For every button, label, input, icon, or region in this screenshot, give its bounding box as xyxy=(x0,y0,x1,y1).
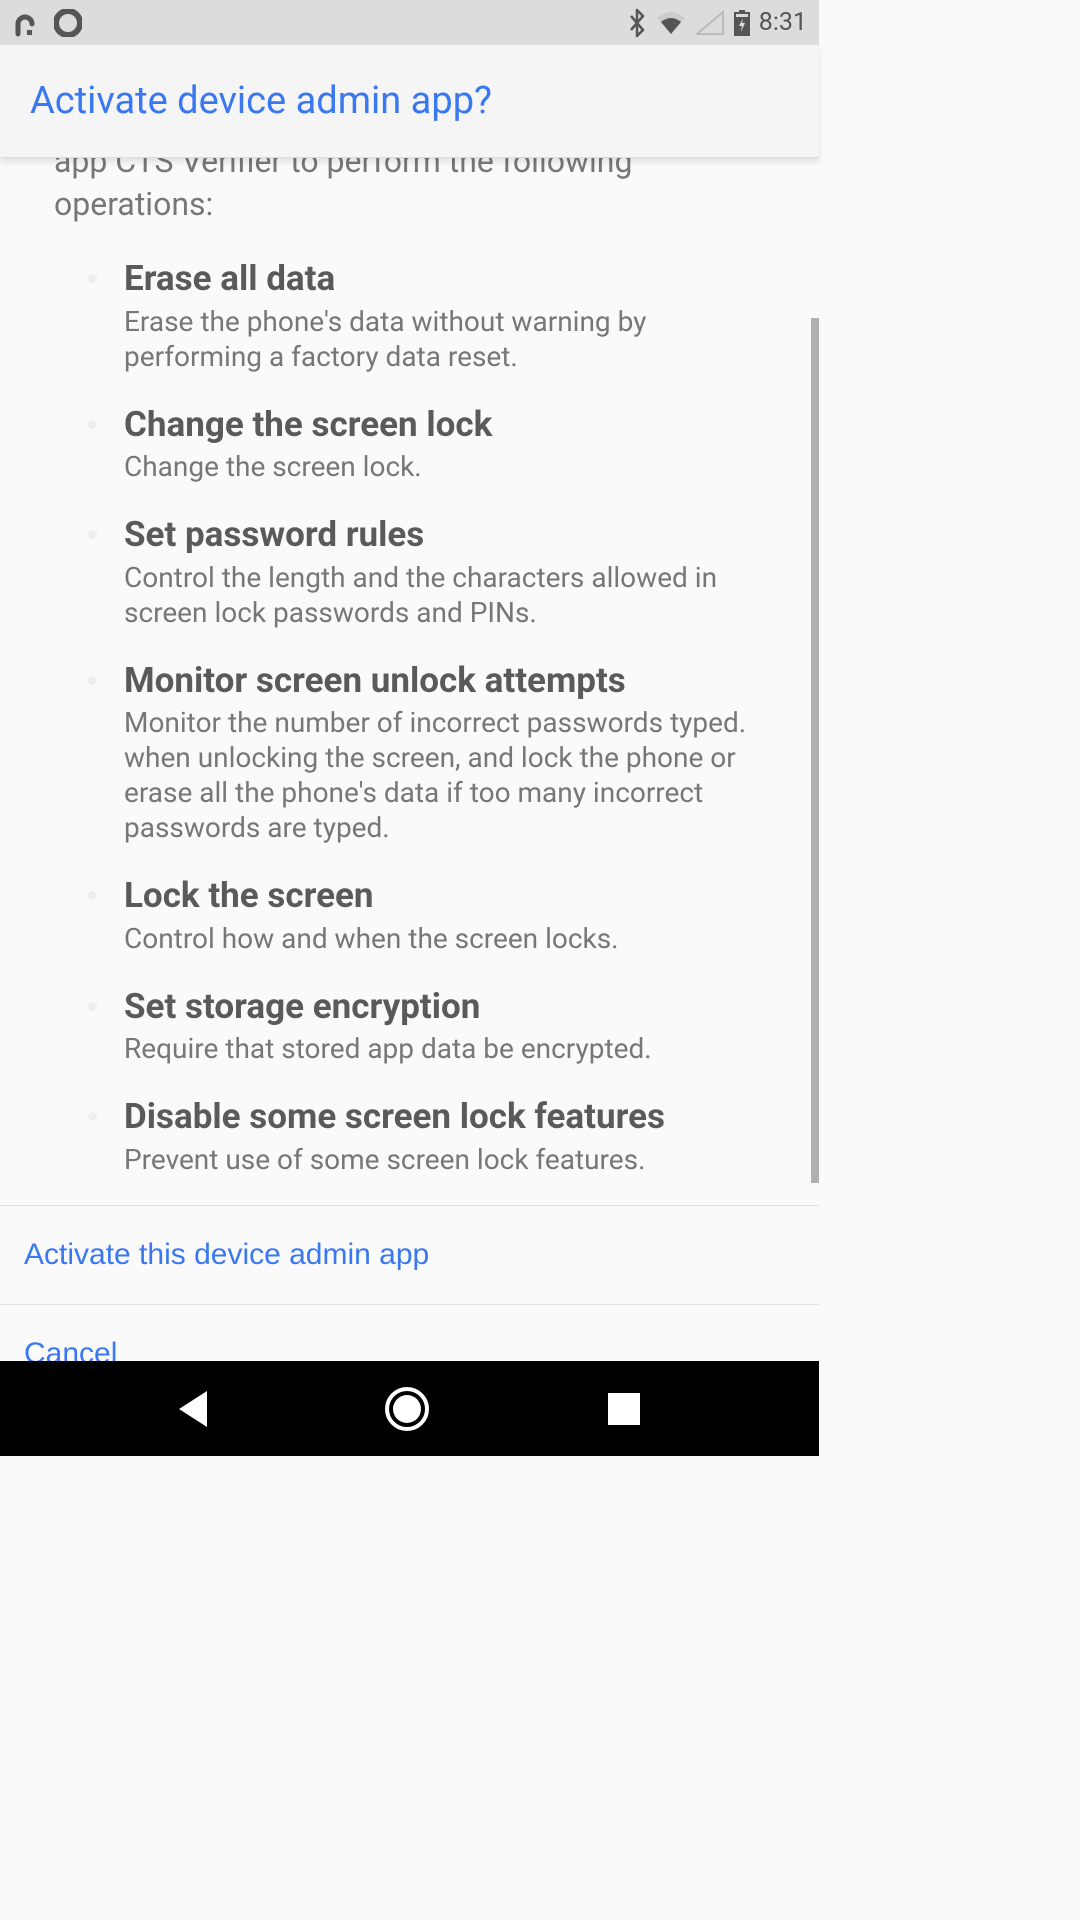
permission-title: Lock the screen xyxy=(124,873,765,919)
permission-item: Change the screen lock Change the screen… xyxy=(86,402,765,485)
back-button-icon[interactable] xyxy=(179,1391,207,1427)
permission-desc: Control the length and the characters al… xyxy=(124,560,765,630)
status-time: 8:31 xyxy=(759,8,807,37)
circle-icon xyxy=(54,9,82,37)
permission-desc: Control how and when the screen locks. xyxy=(124,921,765,956)
permission-title: Monitor screen unlock attempts xyxy=(124,658,765,704)
status-bar: 8:31 xyxy=(0,0,819,45)
permission-title: Set storage encryption xyxy=(124,984,765,1030)
status-left xyxy=(12,8,82,38)
permission-item: Set storage encryption Require that stor… xyxy=(86,984,765,1067)
bluetooth-icon xyxy=(627,8,647,38)
page-header: Activate device admin app? xyxy=(0,45,819,158)
home-button-icon[interactable] xyxy=(385,1387,429,1431)
permission-item: Erase all data Erase the phone's data wi… xyxy=(86,256,765,374)
permission-title: Erase all data xyxy=(124,256,765,302)
intro-text: app CTS Verifier to perform the followin… xyxy=(0,158,819,256)
permission-item: Disable some screen lock features Preven… xyxy=(86,1094,765,1177)
permission-desc: Change the screen lock. xyxy=(124,449,765,484)
main-content[interactable]: app CTS Verifier to perform the followin… xyxy=(0,158,819,1361)
action-buttons: Activate this device admin app Cancel Un… xyxy=(0,1205,819,1361)
permission-title: Disable some screen lock features xyxy=(124,1094,765,1140)
permission-desc: Require that stored app data be encrypte… xyxy=(124,1031,765,1066)
activate-button[interactable]: Activate this device admin app xyxy=(0,1206,819,1305)
permission-item: Set password rules Control the length an… xyxy=(86,512,765,630)
project-fi-icon xyxy=(12,8,38,38)
navigation-bar xyxy=(0,1361,819,1456)
permission-title: Change the screen lock xyxy=(124,402,765,448)
permission-desc: Erase the phone's data without warning b… xyxy=(124,304,765,374)
permission-title: Set password rules xyxy=(124,512,765,558)
wifi-icon xyxy=(655,10,687,36)
cancel-button[interactable]: Cancel xyxy=(0,1305,819,1361)
status-right: 8:31 xyxy=(627,8,807,38)
scrollbar-thumb[interactable] xyxy=(811,318,819,1183)
permission-desc: Monitor the number of incorrect password… xyxy=(124,705,765,845)
permission-item: Monitor screen unlock attempts Monitor t… xyxy=(86,658,765,846)
page-title: Activate device admin app? xyxy=(30,79,492,123)
permission-desc: Prevent use of some screen lock features… xyxy=(124,1142,765,1177)
cell-signal-icon xyxy=(695,10,725,36)
permissions-list: Erase all data Erase the phone's data wi… xyxy=(0,256,819,1177)
battery-charging-icon xyxy=(733,9,751,37)
permission-item: Lock the screen Control how and when the… xyxy=(86,873,765,956)
recent-apps-button-icon[interactable] xyxy=(608,1393,640,1425)
